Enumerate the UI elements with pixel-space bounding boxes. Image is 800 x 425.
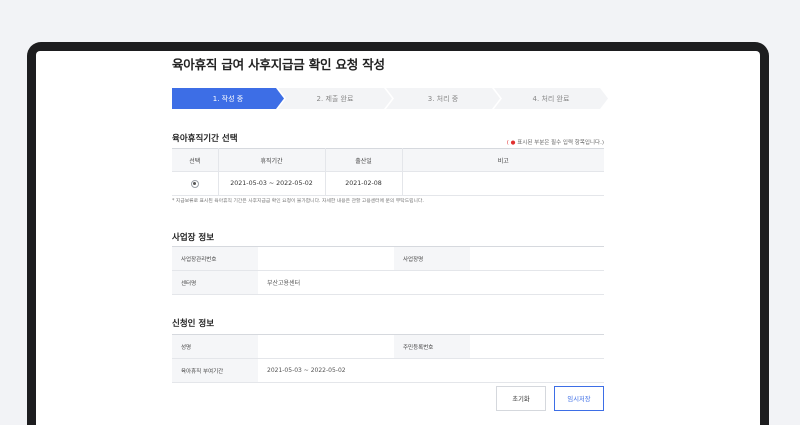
table-row: 사업장관리번호 사업장명 bbox=[172, 246, 604, 271]
step-submitted: 2. 제출 완료 bbox=[278, 88, 392, 109]
rrn-value bbox=[470, 334, 604, 359]
applicant-section-title: 신청인 정보 bbox=[172, 319, 215, 329]
table-row[interactable]: 2021-05-03 ~ 2022-05-02 2021-02-08 bbox=[172, 171, 604, 196]
period-notice: * 지급보류로 표시된 육아휴직 기간은 사후지급금 확인 요청이 불가합니다.… bbox=[172, 199, 424, 204]
period-section-title: 육아휴직기간 선택 bbox=[172, 134, 238, 144]
temp-save-button[interactable]: 임시저장 bbox=[554, 386, 604, 411]
table-row: 육아휴직 부여기간 2021-05-03 ~ 2022-05-02 bbox=[172, 358, 604, 383]
progress-steps: 1. 작성 중 2. 제출 완료 3. 처리 중 4. 처리 완료 bbox=[172, 88, 604, 109]
required-note: ( ● 표시된 부분은 필수 입력 항목입니다.) bbox=[507, 138, 604, 146]
period-radio[interactable] bbox=[190, 179, 199, 188]
center-value: 부산고용센터 bbox=[258, 270, 604, 295]
applicant-name-value bbox=[258, 334, 394, 359]
applicant-name-label: 성명 bbox=[172, 334, 258, 359]
table-header-row: 선택 휴직기간 출산일 비고 bbox=[172, 148, 604, 172]
period-table: 선택 휴직기간 출산일 비고 2021-05-03 ~ 2022-05-02 2… bbox=[172, 148, 604, 196]
note-cell bbox=[401, 171, 604, 196]
col-header-period: 휴직기간 bbox=[217, 148, 325, 172]
business-info-table: 사업장관리번호 사업장명 센터명 부산고용센터 bbox=[172, 246, 604, 295]
page-title: 육아휴직 급여 사후지급금 확인 요청 작성 bbox=[172, 57, 385, 72]
select-cell[interactable] bbox=[172, 171, 218, 196]
business-name-value bbox=[470, 246, 604, 271]
birth-date-cell: 2021-02-08 bbox=[324, 171, 402, 196]
step-writing: 1. 작성 중 bbox=[172, 88, 284, 109]
business-section-title: 사업장 정보 bbox=[172, 233, 215, 243]
col-header-select: 선택 bbox=[172, 148, 218, 172]
reg-no-value bbox=[258, 246, 394, 271]
table-row: 센터명 부산고용센터 bbox=[172, 270, 604, 295]
col-header-birth-date: 출산일 bbox=[324, 148, 402, 172]
required-mark: ( ● bbox=[506, 140, 516, 146]
applicant-info-table: 성명 주민등록번호 육아휴직 부여기간 2021-05-03 ~ 2022-05… bbox=[172, 334, 604, 383]
required-note-text: 표시된 부분은 필수 입력 항목입니다.) bbox=[517, 140, 604, 146]
reg-no-label: 사업장관리번호 bbox=[172, 246, 258, 271]
table-row: 성명 주민등록번호 bbox=[172, 334, 604, 359]
business-name-label: 사업장명 bbox=[394, 246, 470, 271]
period-cell: 2021-05-03 ~ 2022-05-02 bbox=[217, 171, 325, 196]
leave-period-label: 육아휴직 부여기간 bbox=[172, 358, 258, 383]
step-processing: 3. 처리 중 bbox=[386, 88, 500, 109]
app-screen: 육아휴직 급여 사후지급금 확인 요청 작성 1. 작성 중 2. 제출 완료 … bbox=[36, 51, 760, 425]
leave-period-value: 2021-05-03 ~ 2022-05-02 bbox=[258, 358, 604, 383]
col-header-note: 비고 bbox=[401, 148, 604, 172]
center-label: 센터명 bbox=[172, 270, 258, 295]
rrn-label: 주민등록번호 bbox=[394, 334, 470, 359]
step-completed: 4. 처리 완료 bbox=[494, 88, 608, 109]
reset-button[interactable]: 초기화 bbox=[496, 386, 546, 411]
